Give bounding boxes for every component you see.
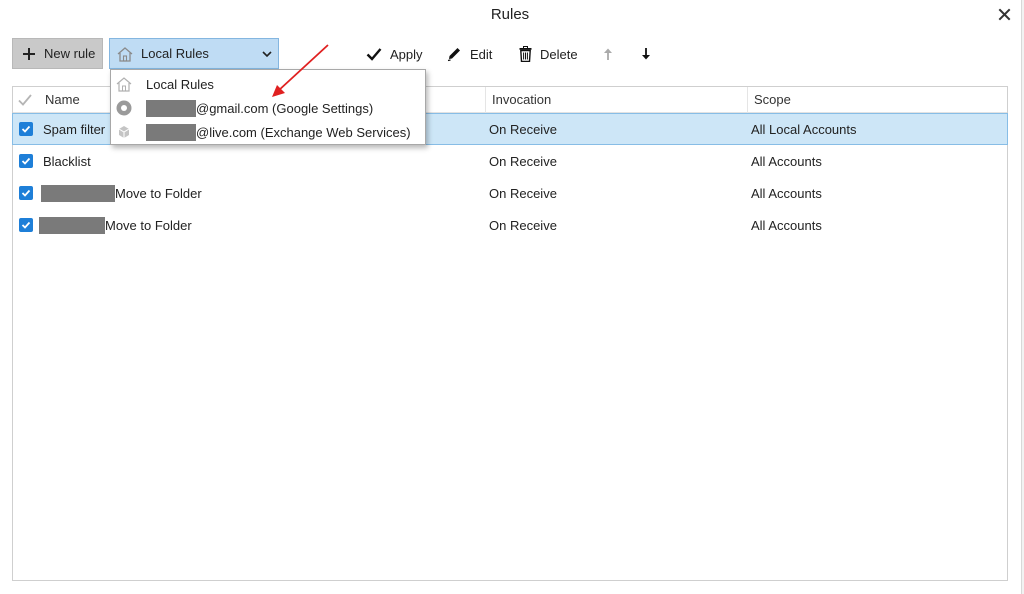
redacted-block	[41, 184, 115, 202]
rules-list: Name Invocation Scope Spam filter On Rec…	[12, 86, 1008, 581]
table-row[interactable]: Move to Folder On Receive All Accounts	[13, 177, 1007, 209]
table-row[interactable]: Blacklist On Receive All Accounts	[13, 145, 1007, 177]
column-header-scope[interactable]: Scope	[747, 87, 1007, 113]
move-up-button[interactable]	[602, 44, 614, 64]
trash-icon	[519, 46, 532, 62]
dropdown-item-local-rules[interactable]: Local Rules	[111, 72, 425, 96]
rules-scope-dropdown[interactable]: Local Rules	[109, 38, 279, 69]
google-settings-icon	[116, 100, 132, 116]
table-row[interactable]: Move to Folder On Receive All Accounts	[13, 209, 1007, 241]
rule-scope: All Accounts	[751, 185, 822, 201]
column-header-invocation[interactable]: Invocation	[485, 87, 747, 113]
new-rule-button[interactable]: New rule	[12, 38, 103, 69]
rule-scope: All Local Accounts	[751, 121, 857, 137]
select-all-checkmark-icon[interactable]	[17, 92, 33, 108]
rule-scope: All Accounts	[751, 153, 822, 169]
row-checkbox[interactable]	[19, 122, 33, 136]
checkmark-icon	[21, 221, 31, 229]
home-icon	[117, 46, 133, 62]
close-button[interactable]	[996, 6, 1014, 24]
home-icon	[116, 77, 132, 92]
delete-button[interactable]: Delete	[519, 44, 578, 64]
dropdown-item-label: @gmail.com (Google Settings)	[196, 100, 374, 116]
edit-label: Edit	[470, 46, 493, 62]
rule-invocation: On Receive	[489, 153, 557, 169]
checkmark-icon	[21, 189, 31, 197]
edit-button[interactable]: Edit	[446, 44, 492, 64]
scope-selected-label: Local Rules	[141, 46, 209, 61]
rule-name: Spam filter	[43, 121, 106, 137]
rule-name: Blacklist	[43, 153, 91, 169]
dropdown-item-label-wrap: @live.com (Exchange Web Services)	[146, 123, 411, 141]
row-checkbox[interactable]	[19, 154, 33, 168]
close-icon	[998, 8, 1011, 21]
plus-icon	[23, 47, 35, 60]
arrow-up-icon	[604, 48, 612, 60]
arrow-down-icon	[642, 48, 650, 60]
checkmark-icon	[366, 48, 382, 61]
pencil-icon	[447, 48, 460, 62]
rule-invocation: On Receive	[489, 217, 557, 233]
checkmark-icon	[21, 157, 31, 165]
rule-name: Move to Folder	[105, 217, 192, 233]
dropdown-item-gmail[interactable]: @gmail.com (Google Settings)	[111, 96, 425, 120]
window-title: Rules	[490, 6, 530, 23]
row-checkbox[interactable]	[19, 186, 33, 200]
apply-button[interactable]: Apply	[366, 44, 423, 64]
dropdown-item-label-wrap: @gmail.com (Google Settings)	[146, 99, 374, 117]
checkmark-icon	[21, 125, 31, 133]
delete-label: Delete	[540, 46, 578, 62]
rule-name-cell: Move to Folder	[39, 216, 192, 234]
dropdown-item-label: Local Rules	[146, 76, 214, 92]
apply-label: Apply	[390, 46, 423, 62]
redacted-block	[146, 123, 196, 141]
dropdown-item-label: @live.com (Exchange Web Services)	[196, 124, 411, 140]
exchange-icon	[118, 126, 130, 138]
rule-name-cell: Move to Folder	[41, 184, 202, 202]
rule-name: Move to Folder	[115, 185, 202, 201]
rules-window: Rules New rule Local Rules Apply Edit De…	[0, 0, 1024, 594]
row-checkbox[interactable]	[19, 218, 33, 232]
redacted-block	[146, 99, 196, 117]
new-rule-label: New rule	[44, 46, 96, 61]
chevron-down-icon	[262, 50, 272, 57]
rule-invocation: On Receive	[489, 121, 557, 137]
dropdown-item-live[interactable]: @live.com (Exchange Web Services)	[111, 120, 425, 144]
redacted-block	[39, 216, 105, 234]
scope-dropdown-menu: Local Rules @gmail.com (Google Settings)…	[110, 69, 426, 145]
rule-invocation: On Receive	[489, 185, 557, 201]
move-down-button[interactable]	[640, 44, 652, 64]
rule-scope: All Accounts	[751, 217, 822, 233]
